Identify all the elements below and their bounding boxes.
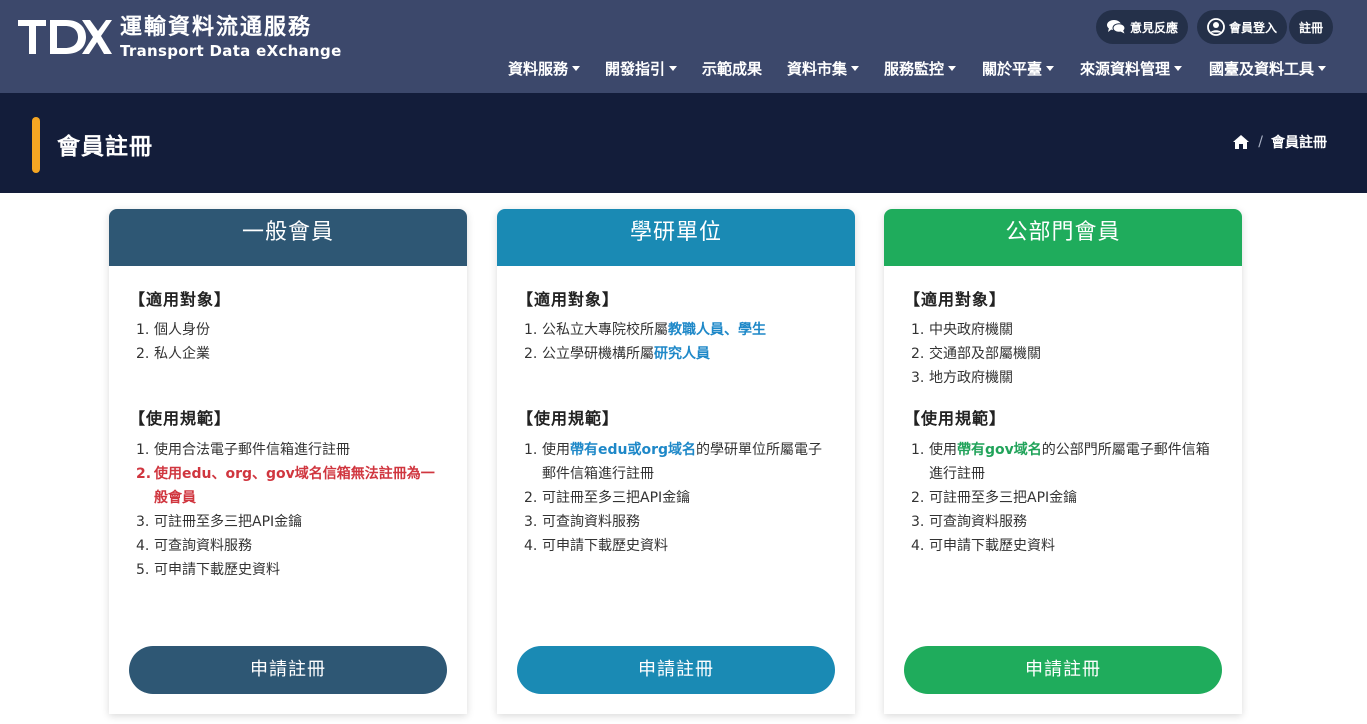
list-item: 2. 使用edu、org、gov域名信箱無法註冊為一般會員 <box>136 466 435 506</box>
brand-title: 運輸資料流通服務 <box>120 15 313 40</box>
list-item: 3. 地方政府機關 <box>911 370 1013 386</box>
list-item: 3. 可查詢資料服務 <box>911 514 1027 530</box>
caret-down-icon <box>948 66 957 71</box>
rules-heading: 【使用規範】 <box>904 409 1007 428</box>
apply-register-button[interactable]: 申請註冊 <box>904 646 1222 694</box>
list-item: 3. 可查詢資料服務 <box>524 514 640 530</box>
tdx-logo-icon <box>18 20 112 54</box>
breadcrumb: / 會員註冊 <box>1232 132 1327 152</box>
rules-list: 1. 使用帶有edu或org域名的學研單位所屬電子郵件信箱進行註冊 2. 可註冊至多… <box>524 438 824 558</box>
caret-down-icon <box>669 66 678 71</box>
list-item: 1. 公私立大專院校所屬教職人員、學生 <box>524 322 766 338</box>
register-label: 註冊 <box>1299 20 1324 35</box>
card-general-member: 一般會員 【適用對象】 1. 個人身份 2. 私人企業 【使用規範】 1. 使用合法電… <box>109 209 467 714</box>
card-academic-member: 學研單位 【適用對象】 1. 公私立大專院校所屬教職人員、學生 2. 公立學研機構所… <box>497 209 855 714</box>
rules-heading: 【使用規範】 <box>129 409 232 428</box>
page-header: 會員註冊 / 會員註冊 <box>0 93 1367 193</box>
list-item: 4. 可申請下載歷史資料 <box>911 538 1055 554</box>
rules-heading: 【使用規範】 <box>517 409 620 428</box>
caret-down-icon <box>1174 66 1183 71</box>
list-item: 1. 個人身份 <box>136 322 210 338</box>
apply-register-button[interactable]: 申請註冊 <box>129 646 447 694</box>
apply-register-button[interactable]: 申請註冊 <box>517 646 835 694</box>
list-item: 4. 可查詢資料服務 <box>136 538 252 554</box>
breadcrumb-separator: / <box>1258 134 1263 150</box>
list-item: 3. 可註冊至多三把API金鑰 <box>136 514 303 530</box>
chat-icon <box>1107 20 1126 34</box>
card-title: 一般會員 <box>109 209 467 266</box>
card-title: 學研單位 <box>497 209 855 266</box>
nav-data-market[interactable]: 資料市集 <box>787 58 860 79</box>
list-item: 2. 公立學研機構所屬研究人員 <box>524 346 710 362</box>
page-title: 會員註冊 <box>57 134 153 160</box>
feedback-button[interactable]: 意見反應 <box>1096 10 1189 44</box>
card-title: 公部門會員 <box>884 209 1242 266</box>
target-list: 1. 公私立大專院校所屬教職人員、學生 2. 公立學研機構所屬研究人員 <box>524 318 824 366</box>
target-list: 1. 中央政府機關 2. 交通部及部屬機關 3. 地方政府機關 <box>911 318 1211 390</box>
site-logo[interactable]: 運輸資料流通服務 Transport Data eXchange <box>16 14 342 60</box>
nav-showcase[interactable]: 示範成果 <box>702 58 762 79</box>
list-item: 2. 交通部及部屬機關 <box>911 346 1041 362</box>
target-heading: 【適用對象】 <box>904 290 1007 309</box>
list-item: 1. 使用帶有edu或org域名的學研單位所屬電子郵件信箱進行註冊 <box>524 442 823 482</box>
caret-down-icon <box>572 66 581 71</box>
main-nav: 資料服務 開發指引 示範成果 資料市集 服務監控 關於平臺 來源資料管理 國臺及… <box>0 58 1367 80</box>
nav-data-services[interactable]: 資料服務 <box>508 58 581 79</box>
nav-service-monitor[interactable]: 服務監控 <box>884 58 957 79</box>
caret-down-icon <box>1046 66 1055 71</box>
list-item: 2. 可註冊至多三把API金鑰 <box>911 490 1078 506</box>
login-label: 會員登入 <box>1229 20 1278 35</box>
register-button[interactable]: 註冊 <box>1289 10 1334 44</box>
rules-list: 1. 使用帶有gov域名的公部門所屬電子郵件信箱進行註冊 2. 可註冊至多三把API… <box>911 438 1211 558</box>
target-heading: 【適用對象】 <box>517 290 620 309</box>
list-item: 4. 可申請下載歷史資料 <box>524 538 668 554</box>
login-button[interactable]: 會員登入 <box>1197 10 1288 44</box>
target-list: 1. 個人身份 2. 私人企業 <box>136 318 436 366</box>
list-item: 1. 中央政府機關 <box>911 322 1013 338</box>
caret-down-icon <box>1318 66 1327 71</box>
nav-source-data[interactable]: 來源資料管理 <box>1080 58 1183 79</box>
list-item: 5. 可申請下載歷史資料 <box>136 562 280 578</box>
nav-tools[interactable]: 國臺及資料工具 <box>1209 58 1327 79</box>
breadcrumb-current: 會員註冊 <box>1271 135 1327 151</box>
feedback-label: 意見反應 <box>1130 20 1179 35</box>
list-item: 2. 私人企業 <box>136 346 210 362</box>
rules-list: 1. 使用合法電子郵件信箱進行註冊 2. 使用edu、org、gov域名信箱無法註冊… <box>136 438 436 582</box>
list-item: 2. 可註冊至多三把API金鑰 <box>524 490 691 506</box>
card-public-sector-member: 公部門會員 【適用對象】 1. 中央政府機關 2. 交通部及部屬機關 3. 地方政府機… <box>884 209 1242 714</box>
title-accent-bar <box>32 117 40 173</box>
top-navbar: 運輸資料流通服務 Transport Data eXchange 意見反應 會員… <box>0 0 1367 93</box>
caret-down-icon <box>851 66 860 71</box>
nav-about[interactable]: 關於平臺 <box>982 58 1055 79</box>
list-item: 1. 使用帶有gov域名的公部門所屬電子郵件信箱進行註冊 <box>911 442 1210 482</box>
list-item: 1. 使用合法電子郵件信箱進行註冊 <box>136 442 350 458</box>
target-heading: 【適用對象】 <box>129 290 232 309</box>
user-circle-icon <box>1207 18 1225 36</box>
home-icon[interactable] <box>1232 134 1250 150</box>
nav-dev-guide[interactable]: 開發指引 <box>605 58 678 79</box>
